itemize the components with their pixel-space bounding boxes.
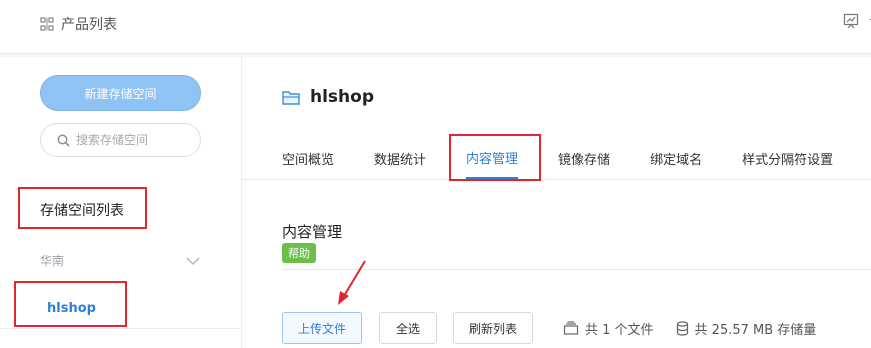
search-input[interactable] bbox=[76, 133, 186, 147]
storage-usage-label: 共 25.57 MB 存储量 bbox=[694, 322, 817, 338]
tab-bind-domain[interactable]: 绑定域名 bbox=[650, 137, 702, 179]
file-stack-icon bbox=[563, 321, 579, 335]
tabs-divider bbox=[242, 179, 871, 180]
help-badge[interactable]: 帮助 bbox=[282, 243, 316, 263]
file-count-label: 共 1 个文件 bbox=[585, 322, 654, 338]
search-icon bbox=[57, 134, 70, 147]
section-title: 内容管理 bbox=[282, 223, 343, 241]
region-label: 华南 bbox=[40, 254, 65, 268]
highlight-box-bucket-list-title bbox=[18, 187, 147, 229]
tab-overview[interactable]: 空间概览 bbox=[282, 137, 334, 179]
new-bucket-button[interactable]: 新建存储空间 bbox=[40, 75, 201, 111]
highlight-box-content-tab bbox=[449, 134, 541, 181]
tab-bar: 空间概览 数据统计 内容管理 镜像存储 绑定域名 样式分隔符设置 bbox=[282, 137, 871, 179]
product-list-label: 产品列表 bbox=[61, 17, 117, 33]
upload-file-button[interactable]: 上传文件 bbox=[282, 312, 362, 344]
tab-mirror-storage[interactable]: 镜像存储 bbox=[558, 137, 610, 179]
chevron-down-icon bbox=[186, 257, 200, 265]
top-bar: 产品列表 专 bbox=[0, 0, 871, 54]
file-count: 共 1 个文件 bbox=[563, 319, 654, 338]
region-group[interactable]: 华南 bbox=[40, 252, 200, 269]
bucket-header: hlshop bbox=[282, 87, 374, 107]
sidebar-divider bbox=[0, 328, 241, 329]
folder-icon bbox=[282, 91, 300, 105]
bucket-search[interactable] bbox=[40, 123, 201, 157]
grid-icon bbox=[40, 17, 54, 31]
select-all-button[interactable]: 全选 bbox=[379, 312, 437, 344]
action-bar: 上传文件 全选 刷新列表 共 1 个文件 共 25.57 MB 存储量 bbox=[282, 312, 816, 344]
annotation-arrow-icon bbox=[338, 260, 366, 305]
bucket-name: hlshop bbox=[310, 87, 374, 107]
refresh-list-button[interactable]: 刷新列表 bbox=[453, 312, 533, 344]
chart-board-icon bbox=[843, 13, 859, 28]
top-right-menu[interactable]: 专 bbox=[843, 11, 871, 30]
tab-statistics[interactable]: 数据统计 bbox=[374, 137, 426, 179]
database-icon bbox=[676, 320, 688, 336]
tab-style-separator[interactable]: 样式分隔符设置 bbox=[742, 137, 833, 179]
storage-usage: 共 25.57 MB 存储量 bbox=[676, 319, 817, 338]
highlight-box-bucket-item bbox=[14, 281, 127, 327]
product-list-nav[interactable]: 产品列表 bbox=[40, 14, 117, 34]
